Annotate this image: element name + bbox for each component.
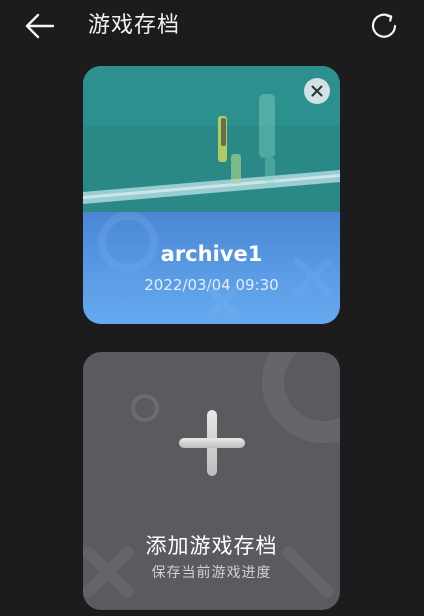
- plus-icon: [179, 410, 245, 476]
- save-thumbnail: [83, 66, 340, 212]
- page-title: 游戏存档: [88, 13, 181, 38]
- add-save-title: 添加游戏存档: [145, 534, 278, 558]
- close-icon: [311, 85, 323, 97]
- top-bar: 游戏存档: [0, 0, 424, 56]
- save-card-archive1[interactable]: archive1 2022/03/04 09:30: [83, 66, 340, 324]
- arrow-left-icon: [25, 13, 55, 39]
- save-name: archive1: [160, 242, 263, 266]
- save-info-panel: archive1 2022/03/04 09:30: [83, 212, 340, 324]
- add-save-card[interactable]: 添加游戏存档 保存当前游戏进度: [83, 352, 340, 610]
- back-button[interactable]: [22, 10, 58, 42]
- save-timestamp: 2022/03/04 09:30: [144, 276, 279, 294]
- add-save-subtitle: 保存当前游戏进度: [151, 565, 272, 581]
- delete-save-button[interactable]: [304, 78, 330, 104]
- refresh-icon: [371, 13, 397, 38]
- refresh-button[interactable]: [368, 10, 400, 42]
